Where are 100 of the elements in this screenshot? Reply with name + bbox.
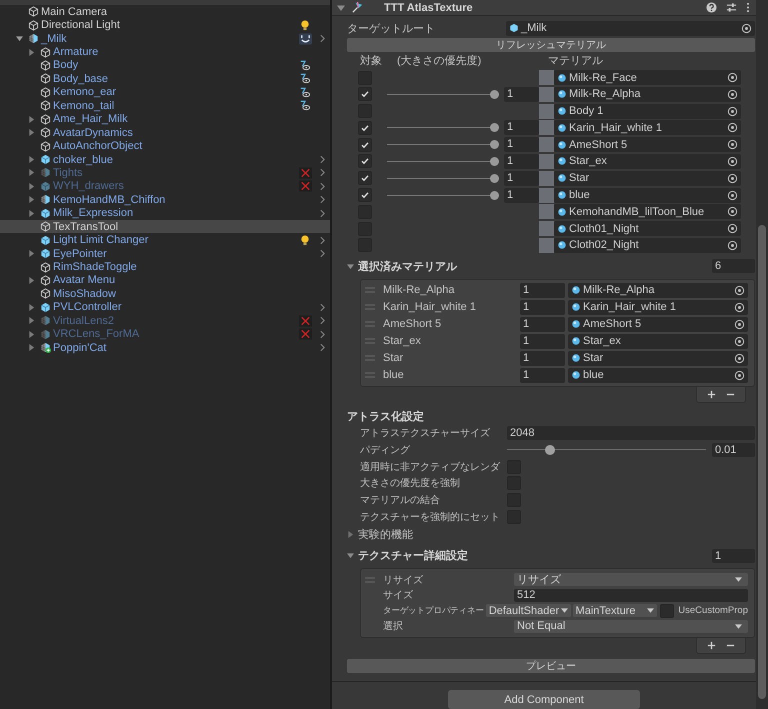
number-field[interactable]: 1: [504, 120, 539, 136]
object-field[interactable]: Body 1: [554, 104, 741, 119]
hierarchy-item[interactable]: choker_blue: [53, 154, 113, 166]
object-picker-icon[interactable]: [727, 156, 738, 167]
object-picker-icon[interactable]: [727, 240, 738, 251]
component-header[interactable]: TTT AtlasTexture: [332, 0, 756, 16]
object-picker-icon[interactable]: [727, 190, 738, 201]
slider-thumb[interactable]: [544, 444, 555, 455]
text-field[interactable]: 512: [514, 588, 748, 602]
collapsed-arrow-icon[interactable]: [28, 344, 35, 352]
hierarchy-item[interactable]: Kemono_tail: [53, 100, 114, 112]
plus-icon[interactable]: [707, 641, 716, 650]
expanded-arrow-icon[interactable]: [347, 262, 354, 270]
number-field[interactable]: 1: [520, 334, 565, 349]
preview-button[interactable]: プレビュー: [347, 659, 755, 673]
hierarchy-item[interactable]: Avatar Menu: [53, 274, 116, 286]
object-field[interactable]: Star: [554, 170, 741, 186]
hierarchy-item[interactable]: MisoShadow: [53, 288, 116, 300]
slider-thumb[interactable]: [490, 90, 499, 99]
object-picker-icon[interactable]: [727, 172, 738, 184]
hierarchy-item[interactable]: KemoHandMB_Chiffon: [53, 194, 166, 206]
number-field[interactable]: 1: [520, 282, 565, 298]
hierarchy-item[interactable]: Ame_Hair_Milk: [53, 113, 128, 126]
number-field[interactable]: 0.01: [712, 442, 755, 457]
chevron-right-icon[interactable]: [320, 34, 324, 44]
hierarchy-item[interactable]: Armature: [53, 46, 98, 58]
collapsed-arrow-icon[interactable]: [28, 210, 35, 217]
object-field[interactable]: _Milk: [506, 20, 755, 36]
collapsed-arrow-icon[interactable]: [28, 48, 35, 56]
object-picker-icon[interactable]: [734, 370, 745, 381]
checkbox[interactable]: [660, 604, 674, 618]
dropdown[interactable]: MainTexture: [572, 604, 658, 618]
drag-handle-icon[interactable]: [365, 304, 375, 310]
hierarchy-item[interactable]: Kemono_ear: [53, 86, 116, 98]
number-field[interactable]: 1: [504, 188, 539, 203]
count-field[interactable]: 6: [712, 259, 755, 274]
section-title[interactable]: テクスチャー詳細設定: [358, 548, 468, 563]
slider-thumb[interactable]: [490, 190, 499, 200]
more-menu-icon[interactable]: [746, 2, 750, 14]
hierarchy-item[interactable]: AutoAnchorObject: [53, 140, 142, 152]
foldout-label[interactable]: 実験的機能: [358, 527, 413, 542]
object-picker-icon[interactable]: [734, 284, 745, 296]
object-field[interactable]: Cloth01_Night: [554, 221, 741, 236]
checkbox[interactable]: [358, 154, 372, 168]
number-field[interactable]: 1: [520, 368, 565, 383]
selected-row-highlight[interactable]: TexTransTool: [0, 220, 330, 234]
hierarchy-item[interactable]: Body_base: [53, 72, 108, 85]
object-picker-icon[interactable]: [734, 302, 745, 313]
number-field[interactable]: 1: [504, 154, 539, 169]
object-picker-icon[interactable]: [734, 318, 745, 330]
collapsed-arrow-icon[interactable]: [347, 531, 354, 538]
slider-thumb[interactable]: [490, 174, 499, 183]
sliders-icon[interactable]: [726, 2, 737, 14]
number-field[interactable]: 1: [504, 170, 539, 186]
hierarchy-item[interactable]: _Milk: [41, 32, 67, 45]
hierarchy-item[interactable]: RimShadeToggle: [53, 261, 137, 274]
help-icon[interactable]: [706, 2, 717, 14]
chevron-right-icon[interactable]: [320, 302, 324, 312]
hierarchy-item[interactable]: Light Limit Changer: [53, 234, 148, 246]
count-field[interactable]: 1: [712, 548, 755, 562]
number-field[interactable]: 1: [504, 137, 539, 152]
object-field[interactable]: blue: [568, 368, 748, 383]
object-field[interactable]: Karin_Hair_white 1: [568, 300, 748, 315]
collapsed-arrow-icon[interactable]: [28, 156, 35, 164]
object-picker-icon[interactable]: [727, 88, 738, 100]
section-title[interactable]: 選択済みマテリアル: [358, 258, 457, 274]
hierarchy-item[interactable]: Directional Light: [41, 19, 120, 32]
drag-handle-icon[interactable]: [365, 372, 375, 378]
object-picker-icon[interactable]: [727, 139, 738, 150]
collapsed-arrow-icon[interactable]: [28, 116, 35, 123]
object-field[interactable]: KemohandMB_lilToon_Blue: [554, 204, 741, 220]
object-field[interactable]: Milk-Re_Alpha: [554, 86, 741, 102]
expanded-arrow-icon[interactable]: [16, 35, 23, 42]
collapsed-arrow-icon[interactable]: [28, 196, 35, 204]
dropdown[interactable]: リサイズ: [514, 573, 748, 586]
number-field[interactable]: 1: [504, 86, 539, 102]
drag-handle-icon[interactable]: [365, 576, 375, 583]
object-picker-icon[interactable]: [727, 106, 738, 117]
chevron-right-icon[interactable]: [320, 236, 324, 245]
checkbox[interactable]: [358, 138, 372, 152]
drag-handle-icon[interactable]: [365, 287, 375, 294]
object-picker-icon[interactable]: [734, 352, 745, 364]
object-field[interactable]: Star_ex: [568, 334, 748, 349]
dropdown[interactable]: Not Equal: [514, 620, 748, 633]
hierarchy-item[interactable]: Poppin'Cat: [53, 342, 106, 354]
object-field[interactable]: Milk-Re_Face: [554, 70, 741, 85]
drag-handle-icon[interactable]: [365, 338, 375, 344]
drag-handle-icon[interactable]: [365, 321, 375, 328]
hierarchy-item[interactable]: Body: [53, 59, 78, 72]
hierarchy-item[interactable]: Milk_Expression: [53, 207, 134, 220]
object-field[interactable]: Karin_Hair_white 1: [554, 120, 741, 136]
number-field[interactable]: 1: [520, 300, 565, 315]
object-field[interactable]: AmeShort 5: [554, 137, 741, 152]
dropdown[interactable]: DefaultShader: [486, 604, 571, 618]
plus-icon[interactable]: [707, 390, 716, 399]
chevron-right-icon[interactable]: [320, 343, 324, 352]
object-field[interactable]: Milk-Re_Alpha: [568, 282, 748, 298]
checkbox[interactable]: [358, 188, 372, 202]
expanded-arrow-icon[interactable]: [337, 4, 345, 12]
refresh-materials-button[interactable]: リフレッシュマテリアル: [347, 38, 755, 52]
